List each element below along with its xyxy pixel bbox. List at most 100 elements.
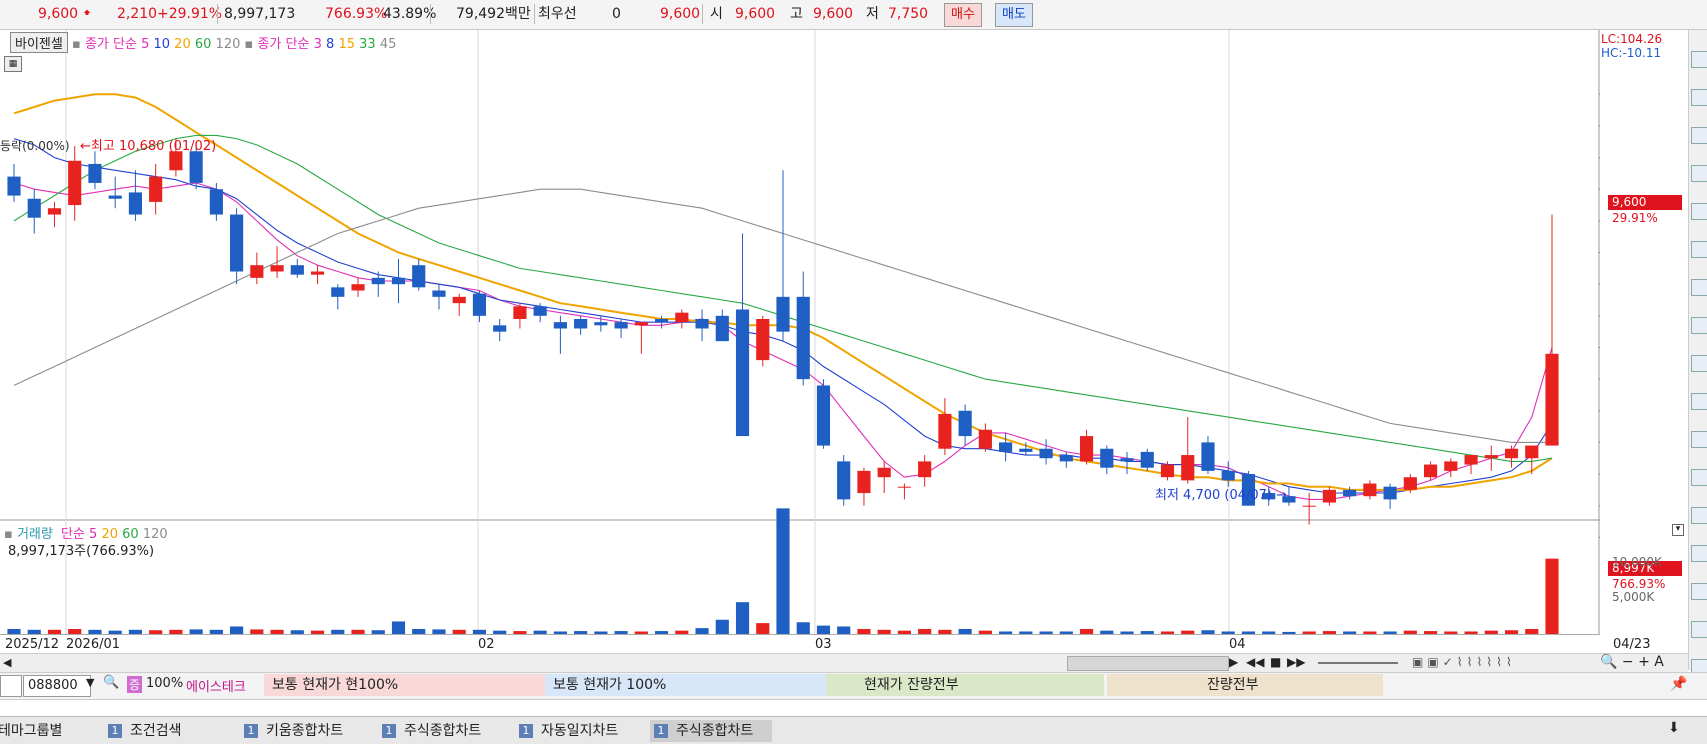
candle-body [715, 315, 729, 342]
candle-body [816, 385, 831, 446]
open-label: 시 [710, 6, 723, 22]
volume-bar [391, 621, 406, 634]
trend-line-icon[interactable] [1691, 241, 1707, 258]
stock-code-input[interactable]: 088800 [23, 675, 91, 697]
chart-legend: 바이젠셀 ▪ 종가 단순 5 10 20 60 120 ▪ 종가 단순 3 8 … [4, 32, 396, 53]
candle-body [1444, 461, 1458, 471]
tab-stock-chart-active[interactable]: 1 주식종합차트 [650, 720, 772, 742]
forward-icon[interactable]: ▶▶ [1287, 655, 1305, 669]
search-icon[interactable]: 🔍 [103, 675, 119, 690]
order-pill-buy[interactable]: 보통 현재가 현100% [264, 674, 550, 696]
candle-body [675, 312, 689, 323]
candle-body [7, 176, 21, 196]
candle-body [1464, 455, 1478, 465]
tab-stock-chart[interactable]: 1 주식종합차트 [378, 720, 481, 742]
volume-bar [1545, 558, 1559, 634]
date-label: 02 [478, 637, 495, 652]
candle [1140, 448, 1154, 471]
candle-body [27, 198, 41, 218]
ma2-period-33: 33 [359, 37, 376, 52]
stock-chart[interactable]: 4,5005,0005,5006,0006,5007,0007,5008,000… [0, 30, 1600, 650]
download-icon[interactable]: ⬇ [1668, 720, 1680, 736]
tab-kiwoom-chart[interactable]: 1 키움종합차트 [240, 720, 343, 742]
line-tool-icon[interactable] [1691, 203, 1707, 220]
volume-bar [756, 623, 770, 634]
candle-body [857, 470, 871, 494]
play-icon[interactable]: ▶ [1229, 655, 1238, 669]
pin-icon[interactable]: 📌 [1670, 676, 1687, 692]
ma1-period-60: 60 [194, 37, 212, 52]
text-tool-icon[interactable] [1691, 431, 1707, 448]
chevron-down-icon[interactable]: ▼ [86, 676, 94, 689]
buy-button[interactable]: 매수 [944, 3, 982, 27]
grid-icon[interactable] [1691, 621, 1707, 638]
candle-body [999, 442, 1013, 452]
chart-tool-icon[interactable] [1691, 127, 1707, 144]
chart-toolbar-icons[interactable]: ▣▣✓⌇⌇⌇⌇⌇⌇ [1412, 655, 1516, 669]
candle-body [877, 467, 891, 478]
ma1-period-120: 120 [215, 37, 241, 52]
cursor-icon[interactable] [1691, 165, 1707, 182]
wave-icon[interactable] [1691, 317, 1707, 334]
stop-icon[interactable]: ■ [1270, 655, 1281, 669]
turnover-pct: 43.89% [383, 6, 437, 22]
all-clear-icon[interactable] [1691, 583, 1707, 600]
tab-number: 1 [108, 724, 122, 738]
tab-number: 1 [654, 724, 668, 738]
candle-body [128, 192, 142, 215]
ma2-title: 종가 단순 [257, 37, 310, 52]
candle-body [1403, 477, 1417, 490]
candle-body [47, 208, 62, 215]
draw-icon[interactable] [1691, 545, 1707, 562]
order-pill-modify[interactable]: 현재가 잔량전부 [826, 674, 1104, 696]
candle-body [391, 277, 406, 285]
tab-condition-search[interactable]: 1 조건검색 [104, 720, 182, 742]
order-pill-cancel[interactable]: 잔량전부 [1107, 674, 1383, 696]
scroll-thumb[interactable] [1067, 656, 1229, 671]
price-change-pct: +29.91% [157, 6, 223, 22]
ruler-icon[interactable] [1691, 279, 1707, 296]
candle-body [1484, 455, 1498, 459]
volume-bar [816, 625, 831, 634]
ma1-period-10: 10 [153, 37, 171, 52]
candle-body [1140, 451, 1154, 468]
order-pill-sell[interactable]: 보통 현재가 100% [545, 674, 831, 696]
rewind-icon[interactable]: ◀◀ [1246, 655, 1264, 669]
scroll-left-icon[interactable]: ◀ [3, 656, 11, 669]
indicator-selector[interactable]: 바이젠셀 [10, 32, 68, 53]
candle-body [1504, 448, 1519, 459]
price-tag-pct: 29.91% [1612, 211, 1658, 225]
candle-body [1221, 470, 1235, 481]
candle-body [230, 214, 244, 272]
volume-ratio: 766.93% [325, 6, 388, 22]
chart-tool-icon[interactable] [1691, 89, 1707, 106]
ma1-period-20: 20 [174, 37, 191, 52]
volume-bar [735, 602, 750, 634]
low-label: 저 [866, 6, 879, 22]
zoom-icons[interactable]: 🔍 − + A [1600, 654, 1664, 670]
arrow-icon[interactable] [1691, 393, 1707, 410]
table-icon[interactable]: ▦ [4, 56, 22, 72]
candle-body [371, 277, 385, 285]
gear-icon[interactable] [1691, 51, 1707, 68]
date-axis: 2025/12 2026/01 02 03 04 04/23 [0, 634, 1650, 653]
volume-value: 8,997,173 [224, 6, 296, 22]
zoom-icon[interactable] [1691, 507, 1707, 524]
price-tag: 9,600 [1608, 195, 1682, 210]
candle-body [1039, 448, 1053, 459]
shape-icon[interactable] [1691, 355, 1707, 372]
tab-auto-chart[interactable]: 1 자동일지차트 [515, 720, 618, 742]
panel-collapse-icon[interactable]: ▾ [1672, 524, 1684, 536]
date-label: 04 [1229, 637, 1246, 652]
chart-scrollbar[interactable]: ◀ ▶ ◀◀ ■ ▶▶ ▣▣✓⌇⌇⌇⌇⌇⌇ 🔍 − + A [0, 653, 1688, 672]
tab-number: 1 [382, 724, 396, 738]
high-label: 고 [790, 6, 803, 22]
speed-slider[interactable] [1318, 662, 1398, 664]
toggle-box[interactable] [0, 675, 22, 697]
fib-icon[interactable] [1691, 469, 1707, 486]
ma2-period-8: 8 [326, 37, 335, 52]
volume-bar [230, 626, 244, 634]
high-value: 9,600 [813, 6, 854, 22]
sell-button[interactable]: 매도 [995, 3, 1033, 27]
tab-theme-group[interactable]: 테마그룹별 [0, 720, 62, 742]
